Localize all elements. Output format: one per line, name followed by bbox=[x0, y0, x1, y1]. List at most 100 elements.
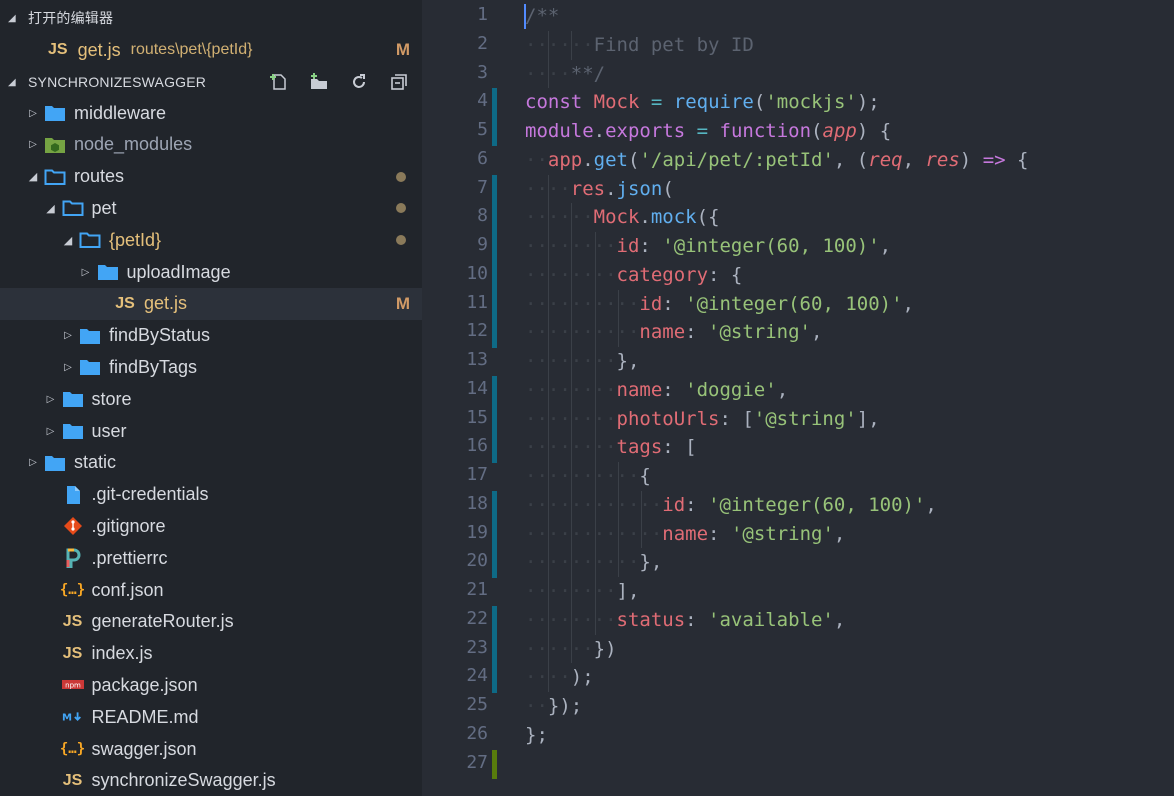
code-line[interactable]: ··········name: '@string', bbox=[525, 318, 822, 347]
code-line[interactable]: ········photoUrls: ['@string'], bbox=[525, 405, 880, 434]
chevron-right-icon[interactable]: ▷ bbox=[26, 139, 40, 150]
open-editors-header[interactable]: ◢ 打开的编辑器 bbox=[0, 2, 422, 34]
tree-item[interactable]: .gitignore bbox=[0, 510, 422, 542]
new-folder-icon[interactable] bbox=[304, 70, 334, 94]
tree-item-label: findByStatus bbox=[109, 325, 211, 346]
chevron-right-icon[interactable]: ▷ bbox=[61, 362, 75, 373]
tree-item[interactable]: ◢ pet bbox=[0, 192, 422, 224]
refresh-icon[interactable] bbox=[344, 70, 374, 94]
code-line[interactable]: ··app.get('/api/pet/:petId', (req, res) … bbox=[525, 146, 1028, 175]
code-line[interactable]: ··········{ bbox=[525, 462, 651, 491]
code-line[interactable]: ········}, bbox=[525, 347, 639, 376]
code-token: , ( bbox=[833, 148, 869, 171]
tree-item[interactable]: M README.md bbox=[0, 701, 422, 733]
folder-icon bbox=[44, 103, 66, 123]
indent-guide bbox=[571, 577, 573, 606]
code-line[interactable]: module.exports = function(app) { bbox=[525, 117, 891, 146]
chevron-down-icon[interactable]: ◢ bbox=[61, 234, 75, 247]
chevron-right-icon[interactable]: ▷ bbox=[61, 330, 75, 341]
tree-item[interactable]: .git-credentials bbox=[0, 479, 422, 511]
indent-guide bbox=[594, 433, 596, 462]
indent-guide bbox=[617, 490, 619, 520]
tree-item[interactable]: JS synchronizeSwagger.js bbox=[0, 765, 422, 796]
open-editor-item[interactable]: JS get.js routes\pet\{petId} M bbox=[0, 34, 422, 66]
tree-item[interactable]: .prettierrc bbox=[0, 542, 422, 574]
code-line[interactable]: ····**/ bbox=[525, 60, 605, 89]
tree-item[interactable]: npm package.json bbox=[0, 669, 422, 701]
code-line[interactable]: ··}); bbox=[525, 692, 582, 721]
code-token: res bbox=[570, 177, 606, 200]
modified-line-marker bbox=[492, 663, 497, 693]
js-file-icon: JS bbox=[115, 294, 135, 312]
code-line[interactable]: ······Find pet by ID bbox=[525, 31, 754, 60]
tree-item[interactable]: JS generateRouter.js bbox=[0, 606, 422, 638]
tree-item[interactable]: {…} swagger.json bbox=[0, 733, 422, 765]
indent-guide bbox=[594, 462, 596, 491]
code-token: . bbox=[639, 206, 651, 229]
folder-open-icon bbox=[62, 198, 84, 218]
code-line[interactable]: ············id: '@integer(60, 100)', bbox=[525, 491, 937, 520]
code-token: }) bbox=[593, 637, 617, 660]
tree-item[interactable]: {…} conf.json bbox=[0, 574, 422, 606]
indent-guide bbox=[548, 347, 550, 376]
line-number: 6 bbox=[477, 147, 488, 169]
code-line[interactable]: ········name: 'doggie', bbox=[525, 376, 788, 405]
line-number: 26 bbox=[466, 722, 488, 744]
chevron-right-icon[interactable]: ▷ bbox=[44, 394, 58, 405]
changes-dot bbox=[396, 203, 406, 214]
tree-item[interactable]: JS get.js M bbox=[0, 287, 422, 320]
indent-guide bbox=[571, 289, 573, 319]
code-line[interactable]: ········], bbox=[525, 577, 639, 606]
code-token: { bbox=[639, 465, 651, 487]
code-line[interactable]: /** bbox=[525, 2, 559, 31]
tree-item[interactable]: JS index.js bbox=[0, 638, 422, 670]
tree-item[interactable]: ▷ middleware bbox=[0, 97, 422, 129]
code-line[interactable]: ········tags: [ bbox=[525, 433, 697, 462]
code-token: 'available' bbox=[708, 608, 834, 631]
indent-guide bbox=[548, 577, 550, 606]
code-token: require bbox=[673, 91, 754, 114]
code-line[interactable]: ········status: 'available', bbox=[525, 606, 845, 635]
node-modules-folder-icon bbox=[44, 135, 66, 155]
open-editors-title: 打开的编辑器 bbox=[28, 10, 114, 26]
code-line[interactable]: ········id: '@integer(60, 100)', bbox=[525, 232, 891, 261]
code-line[interactable]: const Mock = require('mockjs'); bbox=[525, 88, 880, 117]
indent-guide bbox=[548, 59, 550, 89]
code-editor[interactable]: 1 2 3 4 5 6 7 8 9 10 11 12 13 14 15 16 17 18 19 20 21 22 23 24 2… bbox=[422, 0, 1174, 796]
indent-guide bbox=[548, 232, 550, 261]
code-token: req bbox=[868, 148, 903, 171]
chevron-right-icon[interactable]: ▷ bbox=[26, 457, 40, 468]
chevron-right-icon[interactable]: ▷ bbox=[79, 267, 93, 278]
tree-item[interactable]: ▷ static bbox=[0, 447, 422, 479]
code-line[interactable]: ······Mock.mock({ bbox=[525, 203, 720, 232]
line-number: 21 bbox=[466, 579, 488, 600]
code-line[interactable]: ········category: { bbox=[525, 261, 742, 290]
line-number: 23 bbox=[466, 636, 488, 658]
collapse-all-icon[interactable] bbox=[384, 70, 414, 94]
code-token: }, bbox=[616, 350, 640, 372]
line-number: 25 bbox=[466, 694, 488, 715]
tree-item[interactable]: ▷ findByTags bbox=[0, 351, 422, 383]
code-line[interactable]: ············name: '@string', bbox=[525, 520, 845, 549]
folder-icon bbox=[97, 262, 119, 282]
chevron-right-icon[interactable]: ▷ bbox=[44, 426, 58, 437]
code-line[interactable]: ··········id: '@integer(60, 100)', bbox=[525, 290, 914, 319]
file-icon bbox=[62, 485, 84, 505]
tree-item[interactable]: ▷ findByStatus bbox=[0, 320, 422, 352]
tree-item[interactable]: ▷ node_modules bbox=[0, 129, 422, 161]
chevron-right-icon[interactable]: ▷ bbox=[26, 108, 40, 119]
tree-item[interactable]: ▷ user bbox=[0, 415, 422, 447]
indent-guide bbox=[617, 519, 619, 549]
code-line[interactable]: ····); bbox=[525, 663, 594, 692]
project-header[interactable]: ◢ SYNCHRONIZESWAGGER bbox=[0, 66, 422, 98]
tree-item[interactable]: ▷ uploadImage bbox=[0, 256, 422, 288]
tree-item[interactable]: ▷ store bbox=[0, 383, 422, 415]
code-line[interactable]: }; bbox=[525, 721, 548, 750]
new-file-icon[interactable] bbox=[264, 70, 294, 94]
tree-item[interactable]: ◢ routes bbox=[0, 161, 422, 193]
chevron-down-icon[interactable]: ◢ bbox=[44, 202, 58, 215]
tree-item[interactable]: ◢ {petId} bbox=[0, 224, 422, 256]
js-file-icon: JS bbox=[48, 41, 68, 58]
folder-icon bbox=[79, 357, 101, 377]
chevron-down-icon[interactable]: ◢ bbox=[26, 170, 40, 183]
